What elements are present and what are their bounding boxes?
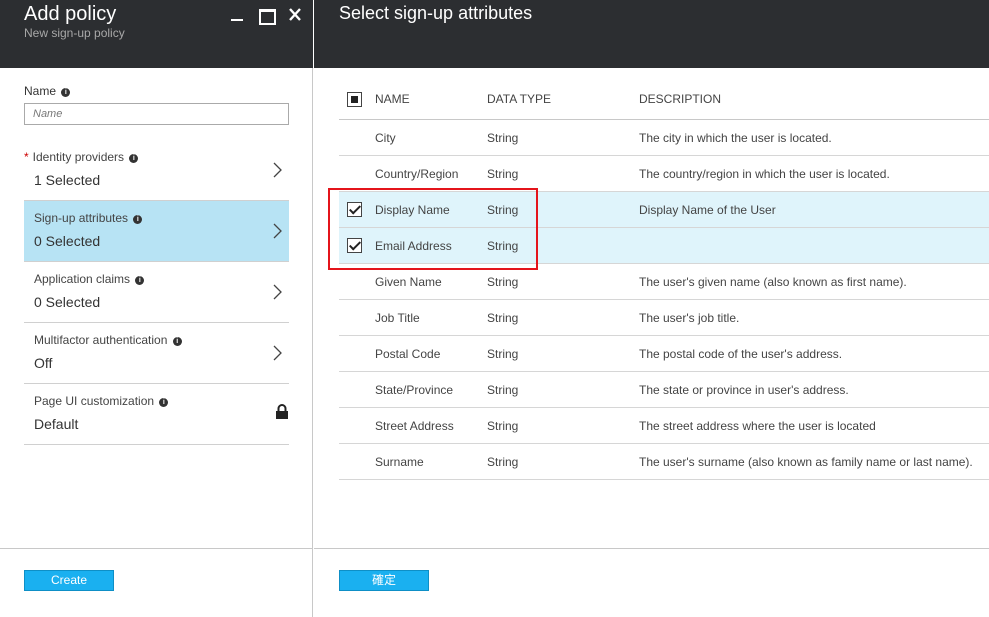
attribute-description: The country/region in which the user is … [639, 167, 890, 181]
attribute-data-type: String [487, 167, 519, 181]
column-header-type[interactable]: DATA TYPE [487, 92, 551, 106]
table-row[interactable]: Country/Region String The country/region i… [339, 156, 989, 192]
info-icon[interactable]: i [172, 337, 182, 346]
attribute-description: The state or province in user's address. [639, 383, 849, 397]
attribute-description: The city in which the user is located. [639, 131, 832, 145]
info-icon[interactable]: i [133, 215, 143, 224]
attribute-description: The user's given name (also known as fir… [639, 275, 907, 289]
attribute-name: State/Province [375, 383, 454, 397]
close-icon[interactable] [286, 6, 304, 24]
attribute-name: Country/Region [375, 167, 459, 181]
attribute-name: Given Name [375, 275, 442, 289]
attribute-name: Surname [375, 455, 424, 469]
attribute-data-type: String [487, 347, 519, 361]
add-policy-blade: Add policy New sign-up policy Name i *Id… [0, 0, 313, 617]
attribute-description: Display Name of the User [639, 203, 776, 217]
attribute-description: The user's surname (also known as family… [639, 455, 973, 469]
attribute-name: City [375, 131, 396, 145]
ok-button[interactable]: 確定 [339, 570, 429, 591]
sign-up-attributes-blade: Select sign-up attributes NAME DATA TYPE… [314, 0, 989, 617]
nav-item-label: * Identity providers i [24, 150, 139, 164]
attribute-data-type: String [487, 383, 519, 397]
nav-item-multifactor-authentication[interactable]: Multifactor authentication i Off [24, 323, 289, 384]
chevron-right-icon [273, 223, 283, 239]
nav-item-label: Sign-up attributes i [34, 211, 143, 225]
minimize-icon[interactable] [228, 6, 246, 24]
nav-item-identity-providers[interactable]: * Identity providers i 1 Selected [24, 140, 289, 201]
nav-item-label-text: Page UI customization [34, 394, 155, 408]
table-header: NAME DATA TYPE DESCRIPTION [339, 82, 989, 120]
table-row[interactable]: State/Province String The state or provinc… [339, 372, 989, 408]
table-row[interactable]: Surname String The user's surname (also kn… [339, 444, 989, 480]
chevron-right-icon [273, 162, 283, 178]
nav-item-label-text: Application claims [34, 272, 131, 286]
column-header-name[interactable]: NAME [375, 92, 410, 106]
column-header-description[interactable]: DESCRIPTION [639, 92, 721, 106]
nav-item-label: Application claims i [34, 272, 145, 286]
nav-item-value: 1 Selected [34, 172, 101, 188]
nav-item-sign-up-attributes[interactable]: Sign-up attributes i 0 Selected [24, 201, 289, 262]
blade-title: Select sign-up attributes [339, 3, 533, 23]
chevron-right-icon [273, 345, 283, 361]
table-row[interactable]: Street Address String The street address w… [339, 408, 989, 444]
attribute-data-type: String [487, 311, 519, 325]
nav-item-label-text: Identity providers [32, 150, 125, 164]
name-label: Name i [24, 84, 71, 98]
table-row[interactable]: Job Title String The user's job title. [339, 300, 989, 336]
attribute-data-type: String [487, 419, 519, 433]
attribute-data-type: String [487, 455, 519, 469]
nav-item-label-text: Sign-up attributes [34, 211, 129, 225]
info-icon[interactable]: i [135, 276, 145, 285]
nav-item-label: Page UI customization i [34, 394, 169, 408]
attribute-name: Postal Code [375, 347, 441, 361]
nav-item-value: Default [34, 416, 79, 432]
required-marker: * [24, 150, 29, 164]
left-blade-header: Add policy New sign-up policy [0, 0, 313, 68]
nav-item-value: Off [34, 355, 53, 371]
table-row[interactable]: City String The city in which the user is … [339, 120, 989, 156]
attribute-description: The postal code of the user's address. [639, 347, 843, 361]
info-icon[interactable]: i [61, 88, 71, 97]
footer-divider [314, 548, 989, 549]
attribute-description: The user's job title. [639, 311, 740, 325]
nav-item-value: 0 Selected [34, 233, 101, 249]
attribute-data-type: String [487, 131, 519, 145]
footer-divider [0, 548, 313, 549]
attribute-name: Job Title [375, 311, 420, 325]
annotation-highlight-box [328, 188, 538, 270]
attribute-name: Street Address [375, 419, 454, 433]
info-icon[interactable]: i [159, 398, 169, 407]
create-button[interactable]: Create [24, 570, 114, 591]
nav-item-value: 0 Selected [34, 294, 101, 310]
chevron-right-icon [273, 284, 283, 300]
nav-item-label-text: Multifactor authentication [34, 333, 168, 347]
nav-item-label: Multifactor authentication i [34, 333, 182, 347]
blade-title: Add policy [24, 3, 117, 25]
blade-subtitle: New sign-up policy [24, 26, 125, 40]
name-input[interactable] [24, 103, 289, 125]
info-icon[interactable]: i [129, 154, 139, 163]
nav-item-application-claims[interactable]: Application claims i 0 Selected [24, 262, 289, 323]
attribute-description: The street address where the user is loc… [639, 419, 876, 433]
nav-item-page-ui-customization[interactable]: Page UI customization i Default [24, 384, 289, 445]
right-blade-header: Select sign-up attributes [314, 0, 989, 68]
attribute-data-type: String [487, 275, 519, 289]
table-body: City String The city in which the user is … [339, 120, 989, 480]
table-row[interactable]: Postal Code String The postal code of the … [339, 336, 989, 372]
lock-icon [275, 404, 289, 420]
attributes-table: NAME DATA TYPE DESCRIPTION City String The… [339, 82, 989, 480]
select-all-checkbox[interactable] [347, 92, 362, 107]
maximize-icon[interactable] [257, 6, 276, 25]
